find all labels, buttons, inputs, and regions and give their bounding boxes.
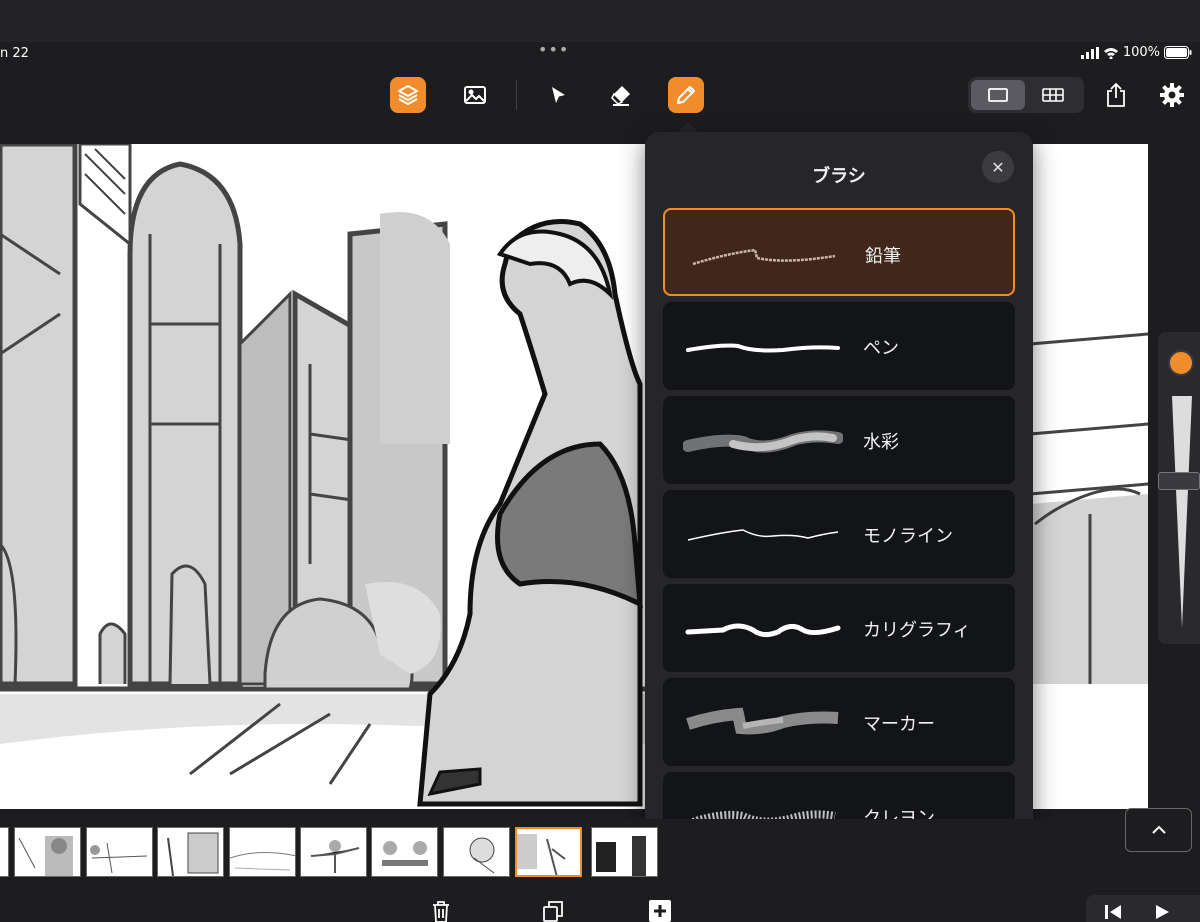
thumbnail-sketch xyxy=(18,836,73,876)
bottom-bar xyxy=(0,891,1200,922)
pencil-stroke-preview xyxy=(692,248,836,266)
thumbnail-sketch xyxy=(469,837,495,874)
status-time: n 22 xyxy=(0,46,29,61)
thumbnail-sketch xyxy=(517,834,566,875)
thumbnail-sketch xyxy=(310,840,360,873)
monoline-stroke-preview xyxy=(687,529,839,541)
thumbnail-sketch xyxy=(167,832,219,876)
add-icon xyxy=(649,900,671,922)
multitask-dots[interactable]: ••• xyxy=(538,40,569,59)
trash-icon xyxy=(433,901,449,922)
brush-item-pencil[interactable]: 鉛筆 xyxy=(663,208,1015,296)
marker-stroke-preview xyxy=(686,707,839,735)
brush-item-watercolor[interactable]: 水彩 xyxy=(663,396,1015,484)
brush-item-label: 水彩 xyxy=(863,432,899,453)
expand-filmstrip-button[interactable] xyxy=(1125,808,1192,852)
battery-percent: 100% xyxy=(1122,45,1160,60)
thumbnail-sketch xyxy=(382,841,428,866)
delete-frame-button[interactable] xyxy=(428,899,454,922)
frame-thumbnail[interactable] xyxy=(300,827,367,877)
brush-size-thumb[interactable] xyxy=(1158,472,1200,490)
eraser-icon xyxy=(611,86,630,106)
playback-controls xyxy=(1086,895,1200,922)
gear-icon xyxy=(1160,83,1184,107)
brush-size-panel xyxy=(1158,332,1200,644)
frame-thumbnail[interactable] xyxy=(86,827,153,877)
filmstrip xyxy=(0,819,1200,891)
watercolor-stroke-preview xyxy=(683,430,843,453)
brush-item-label: ペン xyxy=(863,338,899,359)
toolbar xyxy=(0,66,1200,124)
pen-stroke-preview xyxy=(686,343,840,353)
brush-panel-title: ブラシ xyxy=(812,166,866,187)
status-bar: n 22 ••• 100% xyxy=(0,40,1200,66)
frame-thumbnail[interactable] xyxy=(443,827,510,877)
thumbnail-sketch xyxy=(596,836,646,876)
duplicate-icon xyxy=(543,901,563,922)
pencil-tool-button[interactable] xyxy=(668,77,704,113)
signal-icon xyxy=(1080,46,1099,59)
skip-start-icon[interactable] xyxy=(1104,904,1122,920)
single-view-button[interactable] xyxy=(971,80,1025,110)
calligraphy-stroke-preview xyxy=(685,623,841,638)
grid-view-button[interactable] xyxy=(1026,80,1080,110)
brush-item-label: マーカー xyxy=(863,714,935,735)
brush-item-label: 鉛筆 xyxy=(865,246,901,267)
grid-view-icon xyxy=(1042,88,1064,102)
brush-item-pen[interactable]: ペン xyxy=(663,302,1015,390)
device-bezel xyxy=(0,0,1200,42)
share-icon xyxy=(1107,82,1125,107)
status-indicators: 100% xyxy=(1080,45,1192,60)
eraser-tool-button[interactable] xyxy=(603,77,639,113)
duplicate-frame-button[interactable] xyxy=(540,899,566,922)
add-frame-button[interactable] xyxy=(647,899,673,922)
popover-caret xyxy=(678,122,698,132)
close-icon: ✕ xyxy=(991,157,1005,177)
thumbnail-sketch xyxy=(230,851,295,871)
brush-item-monoline[interactable]: モノライン xyxy=(663,490,1015,578)
frame-thumbnail[interactable] xyxy=(371,827,438,877)
chevron-up-icon xyxy=(1151,825,1166,834)
share-button[interactable] xyxy=(1098,77,1134,113)
frame-thumbnail-selected[interactable] xyxy=(515,827,582,877)
layers-button[interactable] xyxy=(390,77,426,113)
brush-item-calligraphy[interactable]: カリグラフィ xyxy=(663,584,1015,672)
battery-icon xyxy=(1164,46,1192,59)
brush-size-slider[interactable] xyxy=(1172,396,1192,628)
settings-button[interactable] xyxy=(1154,77,1190,113)
frame-thumbnail[interactable] xyxy=(0,827,9,877)
frame-thumbnail[interactable] xyxy=(14,827,81,877)
image-button[interactable] xyxy=(457,77,493,113)
brush-item-label: モノライン xyxy=(863,526,953,547)
layers-icon xyxy=(398,85,418,105)
brush-item-marker[interactable]: マーカー xyxy=(663,678,1015,766)
thumbnail-sketch xyxy=(90,842,148,874)
single-view-icon xyxy=(988,88,1008,102)
brush-popover: ブラシ ✕ 鉛筆 ペン 水彩 モノライン カリグラフィ マーカー クレヨン xyxy=(645,132,1033,877)
frame-thumbnail[interactable] xyxy=(591,827,658,877)
view-toggle xyxy=(968,77,1084,113)
image-icon xyxy=(464,86,486,104)
select-arrow-icon xyxy=(552,87,565,103)
pencil-icon xyxy=(677,86,695,104)
select-tool-button[interactable] xyxy=(540,77,576,113)
wifi-icon xyxy=(1103,47,1118,59)
close-button[interactable]: ✕ xyxy=(982,151,1014,183)
frame-thumbnail[interactable] xyxy=(229,827,296,877)
color-swatch[interactable] xyxy=(1168,350,1194,376)
toolbar-divider xyxy=(516,80,517,110)
play-icon[interactable] xyxy=(1154,904,1170,920)
brush-item-label: カリグラフィ xyxy=(863,620,971,641)
frame-thumbnail[interactable] xyxy=(157,827,224,877)
